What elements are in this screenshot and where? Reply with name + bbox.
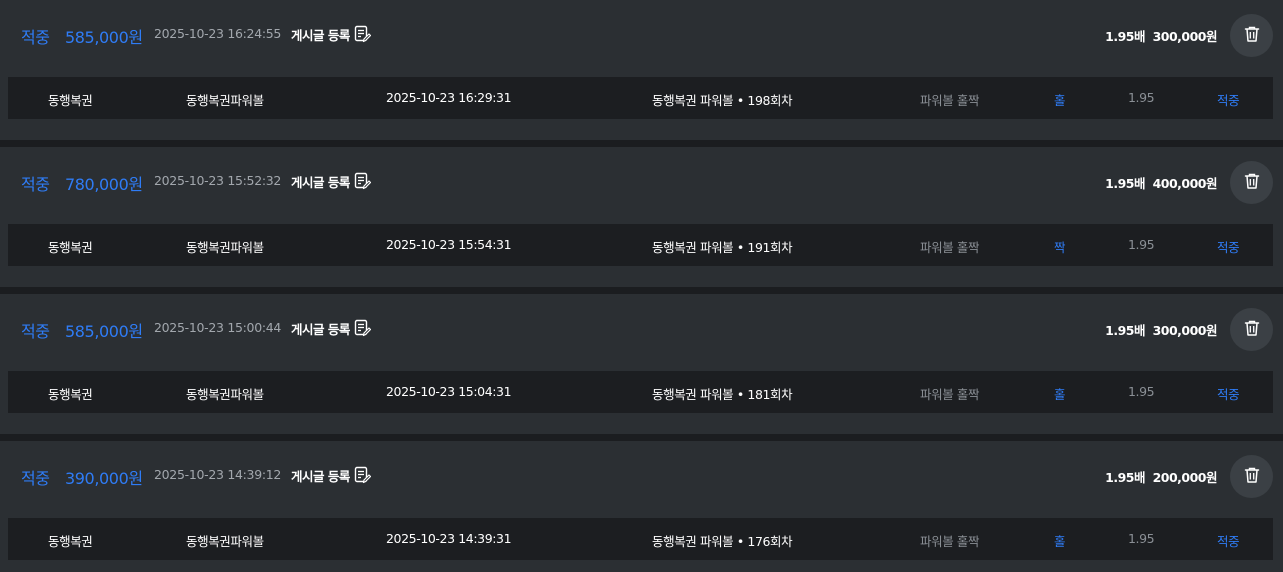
trash-icon (1243, 319, 1261, 341)
bet-card: 적중 585,000원 2025-10-23 16:24:55 게시글 등록 1… (0, 0, 1283, 140)
bet-status: 적중 (21, 28, 50, 47)
document-edit-icon (354, 319, 371, 337)
bet-card-header: 적중 780,000원 2025-10-23 15:52:32 게시글 등록 1… (0, 147, 1283, 215)
odds-multiplier: 1.95배 (1105, 29, 1145, 44)
bet-market: 파워볼 홀짝 (920, 240, 980, 255)
bet-market: 파워볼 홀짝 (920, 534, 980, 549)
post-register-button[interactable]: 게시글 등록 (291, 22, 371, 46)
post-register-label: 게시글 등록 (291, 321, 350, 337)
post-register-button[interactable]: 게시글 등록 (291, 463, 371, 487)
delete-button[interactable] (1230, 14, 1273, 57)
bet-pick: 홀 (1054, 534, 1066, 549)
document-edit-icon (354, 172, 371, 190)
bet-rate: 1.95 (1128, 237, 1155, 252)
odds-multiplier: 1.95배 (1105, 176, 1145, 191)
stake-amount: 300,000원 (1152, 29, 1218, 44)
bet-rate: 1.95 (1128, 90, 1155, 105)
bet-result: 적중 (1217, 387, 1240, 402)
lottery-name: 동행복권 (48, 240, 93, 255)
game-name: 동행복권파워볼 (186, 93, 264, 108)
bet-card-header: 적중 585,000원 2025-10-23 15:00:44 게시글 등록 1… (0, 294, 1283, 362)
bet-market: 파워볼 홀짝 (920, 387, 980, 402)
draw-round: 동행복권 파워볼 • 176회차 (652, 534, 793, 549)
payout-amount: 585,000원 (65, 322, 143, 341)
bet-card: 적중 585,000원 2025-10-23 15:00:44 게시글 등록 1… (0, 294, 1283, 434)
bet-pick: 홀 (1054, 387, 1066, 402)
delete-button[interactable] (1230, 161, 1273, 204)
bet-detail-row: 동행복권 동행복권파워볼 2025-10-23 15:04:31 동행복권 파워… (8, 371, 1273, 413)
delete-button[interactable] (1230, 455, 1273, 498)
bet-card-header: 적중 585,000원 2025-10-23 16:24:55 게시글 등록 1… (0, 0, 1283, 68)
bet-pick: 짝 (1054, 240, 1066, 255)
game-name: 동행복권파워볼 (186, 387, 264, 402)
draw-time: 2025-10-23 14:39:31 (386, 531, 512, 546)
bet-market: 파워볼 홀짝 (920, 93, 980, 108)
bet-status: 적중 (21, 322, 50, 341)
bet-card: 적중 390,000원 2025-10-23 14:39:12 게시글 등록 1… (0, 441, 1283, 572)
draw-round: 동행복권 파워볼 • 191회차 (652, 240, 793, 255)
bet-status: 적중 (21, 469, 50, 488)
document-edit-icon (354, 25, 371, 43)
bet-detail-row: 동행복권 동행복권파워볼 2025-10-23 14:39:31 동행복권 파워… (8, 518, 1273, 560)
bet-pick: 홀 (1054, 93, 1066, 108)
bet-detail-row: 동행복권 동행복권파워볼 2025-10-23 16:29:31 동행복권 파워… (8, 77, 1273, 119)
post-register-label: 게시글 등록 (291, 27, 350, 43)
bet-rate: 1.95 (1128, 531, 1155, 546)
draw-time: 2025-10-23 16:29:31 (386, 90, 512, 105)
draw-round: 동행복권 파워볼 • 198회차 (652, 93, 793, 108)
draw-time: 2025-10-23 15:54:31 (386, 237, 512, 252)
post-register-label: 게시글 등록 (291, 174, 350, 190)
lottery-name: 동행복권 (48, 387, 93, 402)
trash-icon (1243, 25, 1261, 47)
bet-history-list: 적중 585,000원 2025-10-23 16:24:55 게시글 등록 1… (0, 0, 1283, 572)
trash-icon (1243, 466, 1261, 488)
game-name: 동행복권파워볼 (186, 534, 264, 549)
payout-amount: 780,000원 (65, 175, 143, 194)
bet-result: 적중 (1217, 93, 1240, 108)
stake-amount: 300,000원 (1152, 323, 1218, 338)
bet-result: 적중 (1217, 240, 1240, 255)
post-register-button[interactable]: 게시글 등록 (291, 169, 371, 193)
bet-rate: 1.95 (1128, 384, 1155, 399)
bet-result: 적중 (1217, 534, 1240, 549)
draw-round: 동행복권 파워볼 • 181회차 (652, 387, 793, 402)
draw-time: 2025-10-23 15:04:31 (386, 384, 512, 399)
bet-card-header: 적중 390,000원 2025-10-23 14:39:12 게시글 등록 1… (0, 441, 1283, 509)
trash-icon (1243, 172, 1261, 194)
payout-amount: 390,000원 (65, 469, 143, 488)
bet-card: 적중 780,000원 2025-10-23 15:52:32 게시글 등록 1… (0, 147, 1283, 287)
stake-amount: 400,000원 (1152, 176, 1218, 191)
lottery-name: 동행복권 (48, 93, 93, 108)
payout-amount: 585,000원 (65, 28, 143, 47)
bet-datetime: 2025-10-23 14:39:12 (154, 467, 282, 482)
game-name: 동행복권파워볼 (186, 240, 264, 255)
bet-datetime: 2025-10-23 15:52:32 (154, 173, 282, 188)
delete-button[interactable] (1230, 308, 1273, 351)
post-register-button[interactable]: 게시글 등록 (291, 316, 371, 340)
document-edit-icon (354, 466, 371, 484)
stake-amount: 200,000원 (1152, 470, 1218, 485)
bet-status: 적중 (21, 175, 50, 194)
bet-detail-row: 동행복권 동행복권파워볼 2025-10-23 15:54:31 동행복권 파워… (8, 224, 1273, 266)
bet-datetime: 2025-10-23 16:24:55 (154, 26, 282, 41)
odds-multiplier: 1.95배 (1105, 323, 1145, 338)
bet-datetime: 2025-10-23 15:00:44 (154, 320, 282, 335)
post-register-label: 게시글 등록 (291, 468, 350, 484)
odds-multiplier: 1.95배 (1105, 470, 1145, 485)
lottery-name: 동행복권 (48, 534, 93, 549)
